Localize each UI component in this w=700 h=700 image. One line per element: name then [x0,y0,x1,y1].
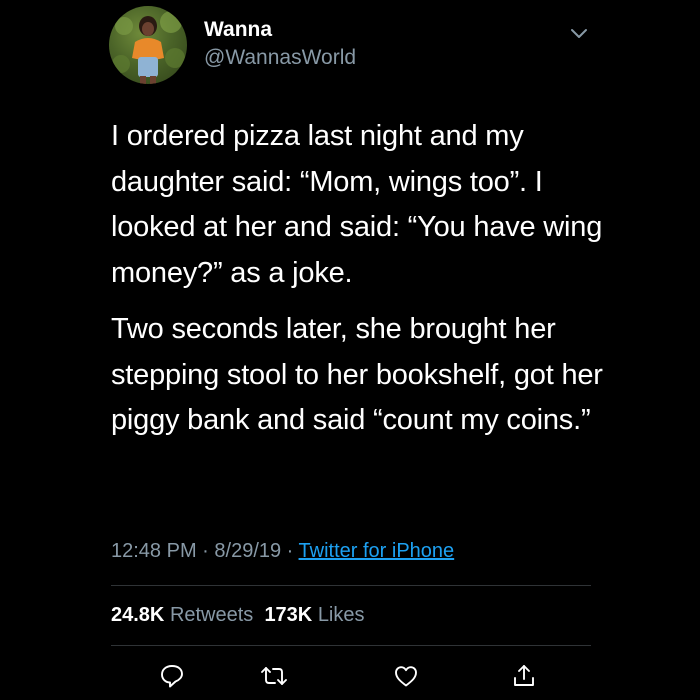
tweet-meta: 12:48 PM · 8/29/19 · Twitter for iPhone [111,537,454,565]
engagement-stats: 24.8K Retweets 173K Likes [111,601,365,629]
reply-button[interactable] [156,660,188,692]
meta-separator: · [281,540,299,562]
retweets-stat[interactable]: 24.8K Retweets [111,604,253,626]
like-button[interactable] [390,660,422,692]
likes-count: 173K [264,604,313,626]
source-link[interactable]: Twitter for iPhone [299,540,455,562]
like-icon [395,666,417,687]
tweet-text: I ordered pizza last night and my daught… [111,114,611,455]
divider [111,645,591,646]
tweet-paragraph: I ordered pizza last night and my daught… [111,120,603,289]
display-name[interactable]: Wanna [204,17,272,43]
user-handle[interactable]: @WannasWorld [204,45,356,71]
retweet-icon [261,667,287,685]
divider [111,585,591,586]
chevron-down-icon[interactable] [568,22,590,44]
share-button[interactable] [508,660,540,692]
tweet-paragraph: Two seconds later, she brought her stepp… [111,313,603,436]
likes-label: Likes [317,604,365,626]
likes-stat[interactable]: 173K Likes [264,604,364,626]
avatar[interactable] [109,6,187,84]
profile-photo-icon [112,11,185,84]
tweet-date[interactable]: 8/29/19 [214,540,281,562]
share-icon [514,665,534,686]
reply-icon [161,665,183,688]
meta-separator: · [196,540,215,562]
retweets-label: Retweets [169,604,254,626]
action-bar [0,660,700,692]
retweet-button[interactable] [258,660,290,692]
tweet-time[interactable]: 12:48 PM [111,540,197,562]
retweets-count: 24.8K [111,604,165,626]
